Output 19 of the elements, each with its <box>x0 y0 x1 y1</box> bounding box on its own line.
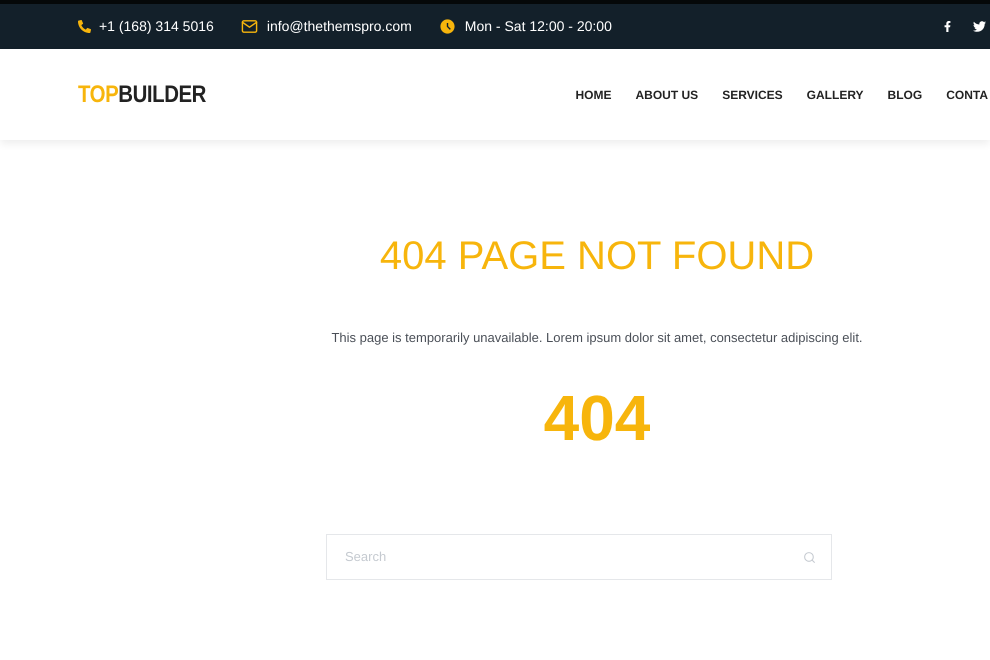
error-code: 404 <box>544 382 650 454</box>
email-address: info@thethemspro.com <box>266 17 412 36</box>
facebook-icon[interactable] <box>942 21 953 32</box>
nav-link[interactable]: HOME <box>576 86 612 104</box>
clock-icon <box>438 18 456 35</box>
nav-link[interactable]: CONTA <box>946 86 988 104</box>
logo[interactable]: TOPBUILDER <box>78 76 206 112</box>
nav-link[interactable]: SERVICES <box>722 86 783 104</box>
error-message: This page is temporarily unavailable. Lorem ipsum dolor sit amet, consectetur adipiscing elit. <box>331 329 863 347</box>
mail-icon <box>240 18 258 35</box>
error-title: 404 PAGE NOT FOUND <box>380 233 814 280</box>
search-field[interactable]: Search <box>326 534 832 580</box>
nav-link[interactable]: GALLERY <box>806 86 864 104</box>
phone-icon <box>78 20 91 33</box>
opening-hours: Mon - Sat 12:00 - 20:00 <box>464 17 612 36</box>
nav-link[interactable]: BLOG <box>888 86 922 104</box>
nav-link[interactable]: ABOUT US <box>636 86 698 104</box>
phone-number: +1 (168) 314 5016 <box>99 17 214 36</box>
twitter-icon[interactable] <box>973 20 986 33</box>
